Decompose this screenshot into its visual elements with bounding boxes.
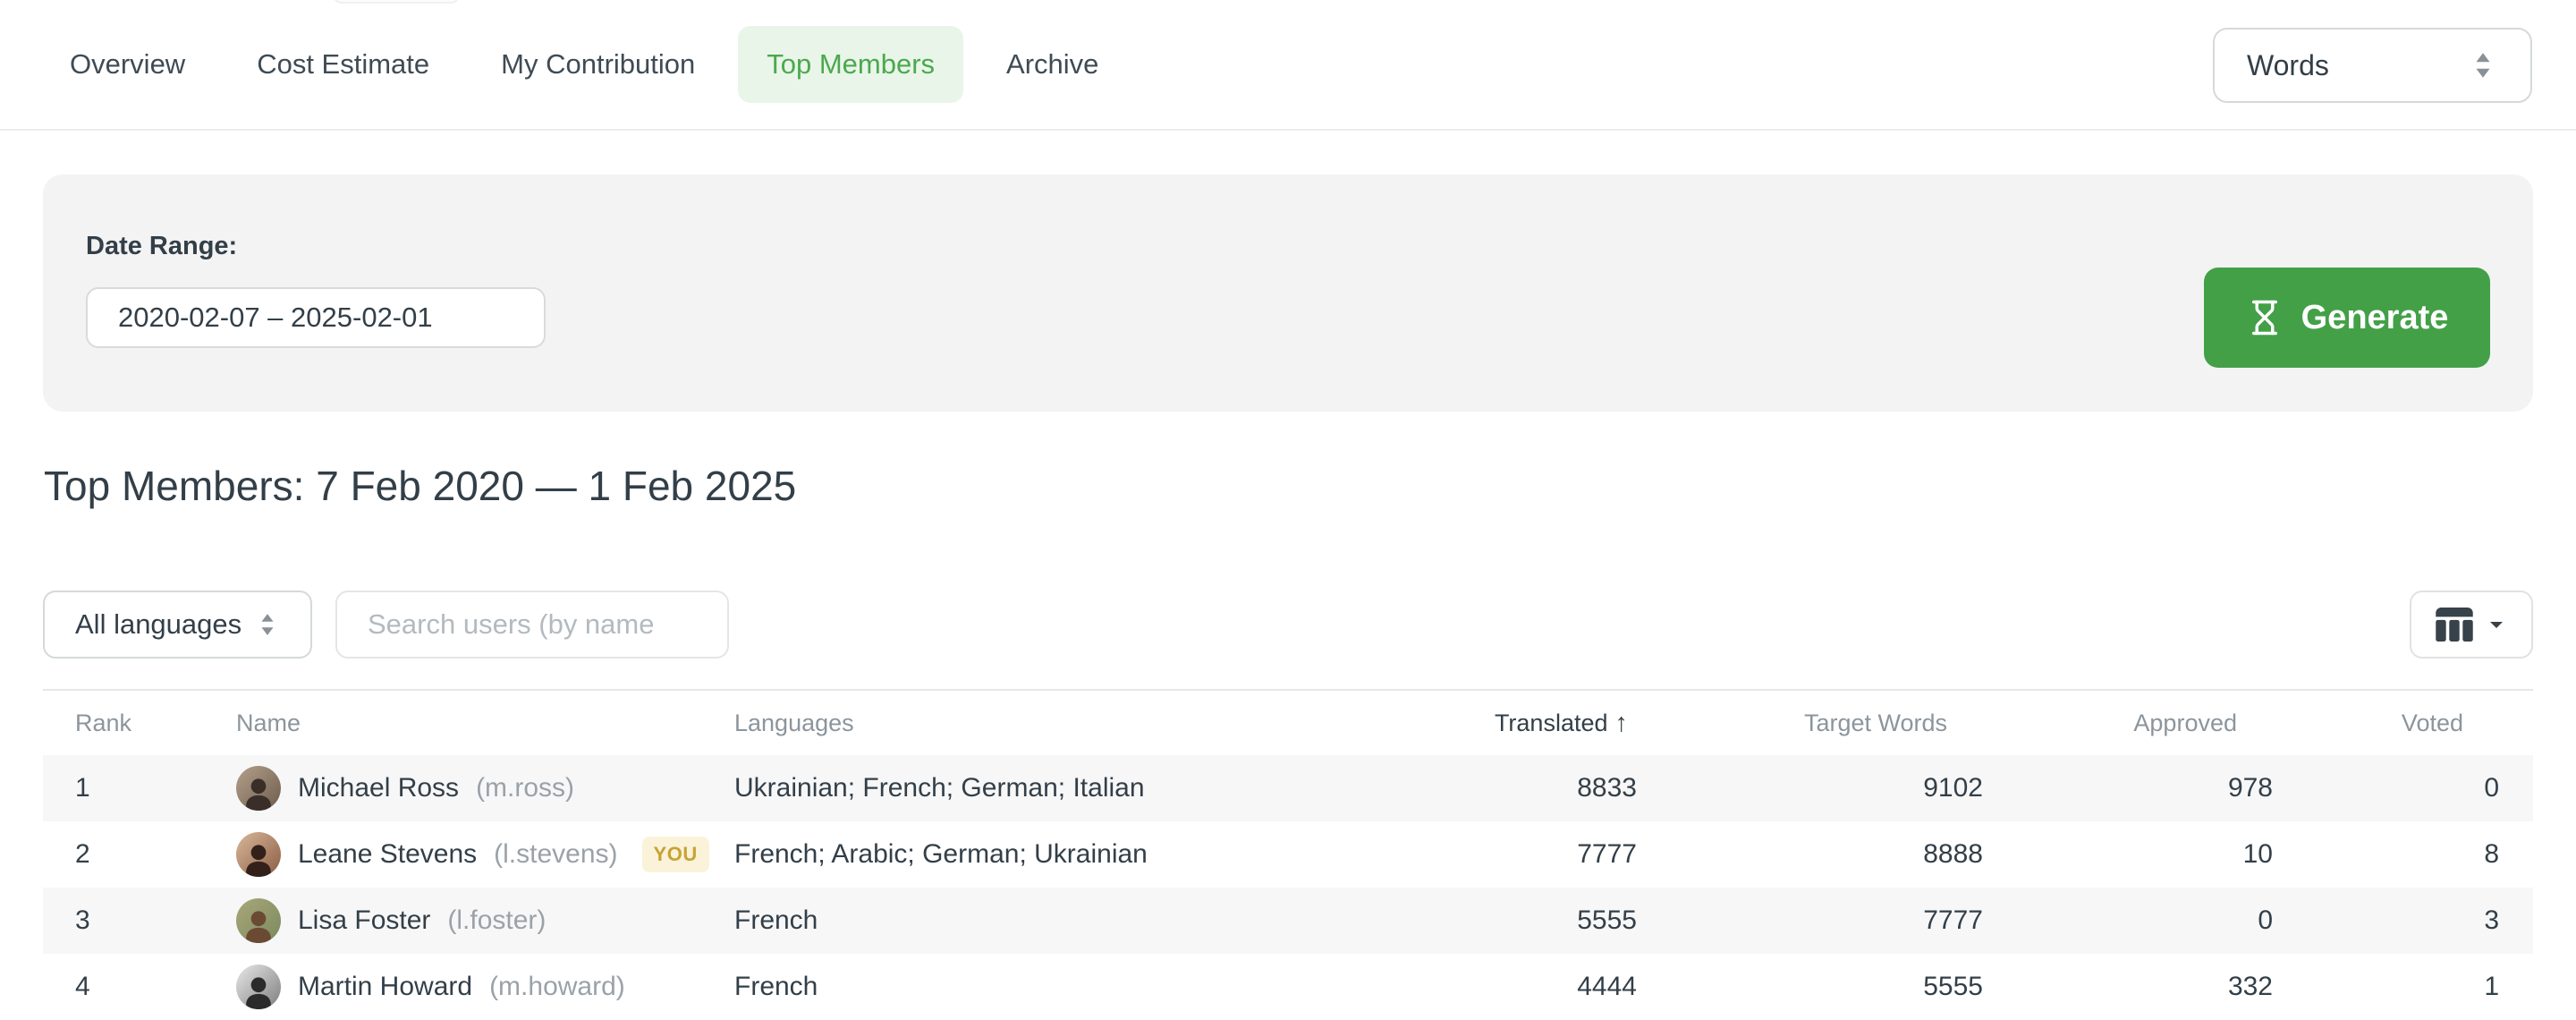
up-down-arrows-icon: [2470, 50, 2496, 81]
generate-button[interactable]: Generate: [2204, 268, 2490, 368]
tab-my-contribution[interactable]: My Contribution: [472, 26, 724, 103]
voted-value: 8: [2273, 839, 2499, 870]
translated-value: 5555: [1262, 905, 1637, 936]
translated-value: 8833: [1262, 773, 1637, 803]
approved-value: 0: [1983, 905, 2273, 936]
report-generator-panel: Date Range: Generate: [43, 174, 2533, 412]
table-row[interactable]: 2 Leane Stevens (l.stevens) YOU French; …: [43, 821, 2533, 888]
avatar: [236, 766, 281, 811]
generate-button-label: Generate: [2301, 299, 2449, 337]
table-header-row: Rank Name Languages Translated ↑ Target …: [43, 691, 2533, 755]
voted-value: 0: [2273, 773, 2499, 803]
target-words-value: 9102: [1637, 773, 1983, 803]
language-filter-select[interactable]: All languages: [43, 591, 312, 659]
member-languages: French: [734, 972, 1262, 1002]
up-down-arrows-icon: [256, 611, 279, 638]
member-username: (m.howard): [489, 972, 625, 1002]
member-name[interactable]: Leane Stevens: [298, 839, 477, 870]
avatar: [236, 898, 281, 943]
member-name[interactable]: Martin Howard: [298, 972, 472, 1002]
caret-down-icon: [2486, 614, 2507, 635]
rank-value: 4: [43, 972, 236, 1002]
voted-value: 1: [2273, 972, 2499, 1002]
column-header-translated[interactable]: Translated ↑: [1262, 709, 1637, 738]
member-name[interactable]: Lisa Foster: [298, 905, 430, 936]
language-filter-value: All languages: [75, 608, 242, 641]
rank-value: 2: [43, 839, 236, 870]
date-range-input[interactable]: [86, 287, 546, 348]
table-row[interactable]: 4 Martin Howard (m.howard) French 4444 5…: [43, 954, 2533, 1020]
tab-top-members[interactable]: Top Members: [738, 26, 963, 103]
translated-value: 7777: [1262, 839, 1637, 870]
rank-value: 3: [43, 905, 236, 936]
tab-cost-estimate[interactable]: Cost Estimate: [228, 26, 458, 103]
column-header-voted[interactable]: Voted: [2273, 710, 2499, 737]
metric-unit-value: Words: [2247, 49, 2329, 82]
page-title: Top Members: 7 Feb 2020 — 1 Feb 2025: [44, 462, 796, 510]
top-members-table: Rank Name Languages Translated ↑ Target …: [43, 689, 2533, 1020]
metric-unit-select[interactable]: Words: [2213, 28, 2532, 103]
translated-value: 4444: [1262, 972, 1637, 1002]
column-header-target-words[interactable]: Target Words: [1637, 710, 1983, 737]
target-words-value: 8888: [1637, 839, 1983, 870]
avatar: [236, 965, 281, 1009]
target-words-value: 5555: [1637, 972, 1983, 1002]
approved-value: 332: [1983, 972, 2273, 1002]
member-name[interactable]: Michael Ross: [298, 773, 459, 803]
table-columns-icon: [2436, 608, 2473, 642]
table-filters: All languages: [43, 591, 2533, 659]
column-header-languages[interactable]: Languages: [734, 710, 1262, 737]
table-row[interactable]: 1 Michael Ross (m.ross) Ukrainian; Frenc…: [43, 755, 2533, 821]
member-username: (m.ross): [476, 773, 574, 803]
member-username: (l.foster): [447, 905, 546, 936]
member-languages: Ukrainian; French; German; Italian: [734, 773, 1262, 803]
member-languages: French; Arabic; German; Ukrainian: [734, 839, 1262, 870]
sort-ascending-icon: ↑: [1615, 709, 1629, 738]
column-header-rank[interactable]: Rank: [43, 710, 236, 737]
member-username: (l.stevens): [494, 839, 617, 870]
target-words-value: 7777: [1637, 905, 1983, 936]
approved-value: 10: [1983, 839, 2273, 870]
report-tabs: Overview Cost Estimate My Contribution T…: [0, 0, 2576, 131]
search-users-input[interactable]: [335, 591, 729, 659]
voted-value: 3: [2273, 905, 2499, 936]
approved-value: 978: [1983, 773, 2273, 803]
avatar: [236, 832, 281, 877]
you-badge: YOU: [642, 837, 709, 872]
member-languages: French: [734, 905, 1262, 936]
hourglass-icon: [2246, 297, 2284, 338]
column-header-name[interactable]: Name: [236, 710, 734, 737]
tab-archive[interactable]: Archive: [978, 26, 1127, 103]
rank-value: 1: [43, 773, 236, 803]
column-header-approved[interactable]: Approved: [1983, 710, 2273, 737]
table-row[interactable]: 3 Lisa Foster (l.foster) French 5555 777…: [43, 888, 2533, 954]
date-range-label: Date Range:: [86, 232, 237, 261]
tab-overview[interactable]: Overview: [41, 26, 214, 103]
columns-settings-button[interactable]: [2410, 591, 2533, 659]
